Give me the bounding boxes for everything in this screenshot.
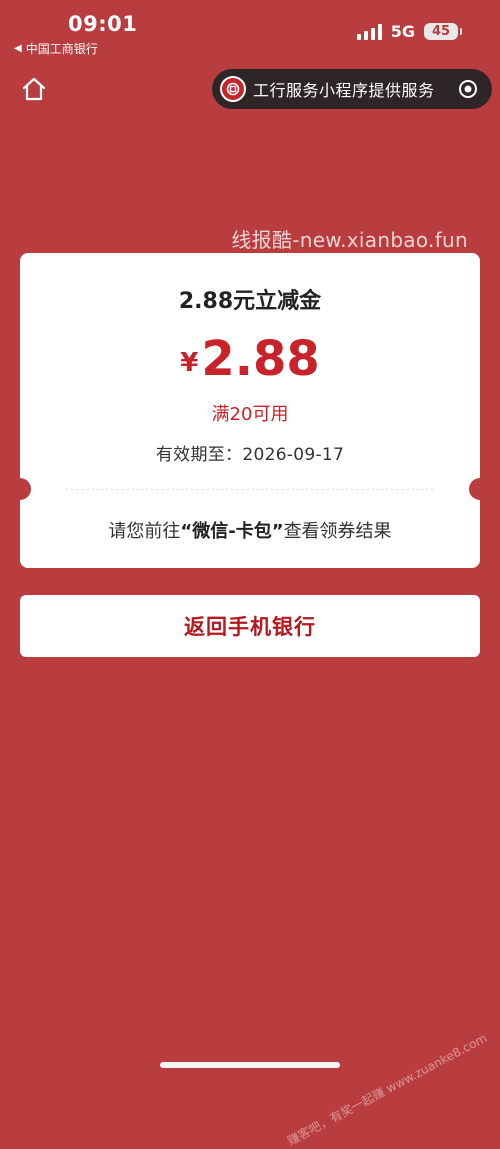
- back-to-app-link[interactable]: ◀ 中国工商银行: [14, 40, 98, 57]
- capsule-label: 工行服务小程序提供服务: [253, 81, 435, 100]
- dashed-divider: [66, 489, 434, 490]
- network-type: 5G: [390, 22, 415, 41]
- status-time: 09:01: [68, 12, 138, 36]
- home-button[interactable]: [19, 74, 49, 104]
- hint-suffix: 查看领券结果: [283, 521, 392, 542]
- return-to-mobile-bank-button[interactable]: 返回手机银行: [20, 595, 480, 657]
- home-icon: [22, 77, 46, 101]
- status-indicators: 5G 45: [356, 22, 462, 41]
- back-app-label: 中国工商银行: [25, 42, 98, 56]
- hint-highlight: “微信-卡包”: [180, 521, 284, 542]
- card-notch-right: [469, 478, 491, 500]
- coupon-card: 2.88元立减金 ¥2.88 满20可用 有效期至：2026-09-17 请您前…: [9, 253, 491, 568]
- bottom-watermark: 赚客吧，有奖一起赚 www.zuanke8.com: [285, 1030, 490, 1149]
- currency-symbol: ¥: [180, 348, 199, 378]
- back-triangle-icon: ◀: [14, 43, 22, 54]
- home-indicator[interactable]: [160, 1062, 340, 1068]
- hint-prefix: 请您前往: [108, 521, 181, 542]
- cellular-signal-icon: [356, 23, 382, 40]
- coupon-amount: ¥2.88: [20, 331, 480, 387]
- card-notch-left: [9, 478, 31, 500]
- amount-value: 2.88: [201, 331, 320, 387]
- status-bar: 09:01 ◀ 中国工商银行 5G 45: [0, 0, 500, 60]
- close-mini-program-icon[interactable]: [458, 79, 478, 99]
- battery-level: 45: [431, 24, 451, 39]
- mini-program-capsule[interactable]: 工行服务小程序提供服务: [212, 69, 492, 109]
- coupon-validity: 有效期至：2026-09-17: [155, 445, 345, 465]
- coupon-condition: 满20可用: [211, 404, 289, 425]
- coupon-title: 2.88元立减金: [178, 289, 322, 314]
- watermark-text: 线报酷-new.xianbao.fun: [231, 228, 468, 252]
- coupon-hint: 请您前往“微信-卡包”查看领券结果: [20, 517, 480, 543]
- icbc-logo-icon: [220, 76, 246, 102]
- battery-icon: 45: [424, 23, 462, 40]
